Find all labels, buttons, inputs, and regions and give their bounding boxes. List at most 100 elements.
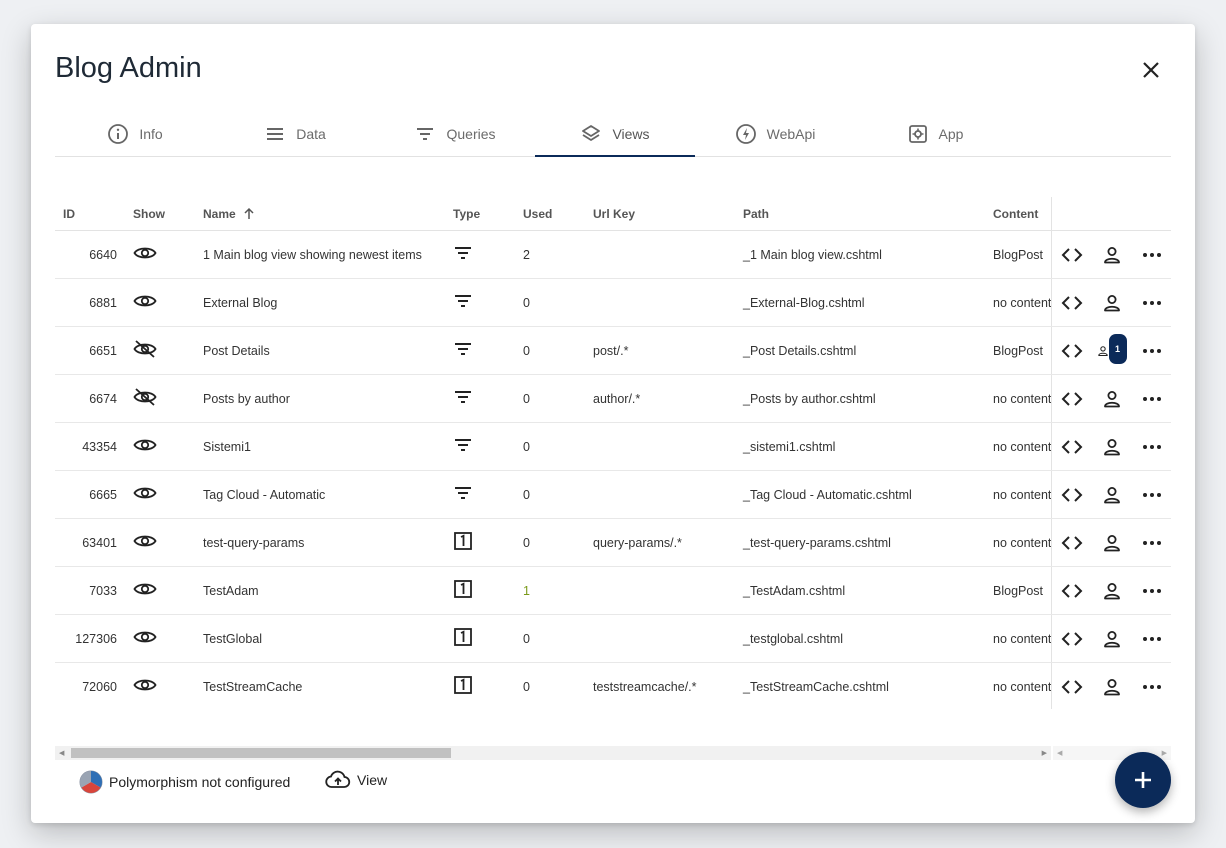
visible-eye-icon[interactable] <box>133 293 157 309</box>
edit-code-button[interactable] <box>1057 432 1087 462</box>
cell-show[interactable] <box>125 374 195 423</box>
table-row[interactable]: 6640 1 Main blog view showing newest item… <box>55 230 1171 279</box>
tab-webapi[interactable]: WebApi <box>695 112 855 156</box>
more-actions-button[interactable] <box>1137 528 1167 558</box>
tab-views[interactable]: Views <box>535 112 695 157</box>
tab-info[interactable]: Info <box>55 112 215 156</box>
visible-eye-icon[interactable] <box>133 485 157 501</box>
edit-code-button[interactable] <box>1057 672 1087 702</box>
cell-name[interactable]: 1 Main blog view showing newest items <box>195 230 445 279</box>
header-used[interactable]: Used <box>515 197 585 231</box>
header-name[interactable]: Name <box>195 197 445 231</box>
edit-code-button[interactable] <box>1057 528 1087 558</box>
hidden-eye-icon[interactable] <box>133 387 157 407</box>
actions-scroll-right-arrow-icon[interactable]: ▶ <box>1162 749 1167 757</box>
cell-name[interactable]: Tag Cloud - Automatic <box>195 470 445 519</box>
tab-data[interactable]: Data <box>215 112 375 156</box>
cell-show[interactable] <box>125 470 195 519</box>
cell-name[interactable]: Sistemi1 <box>195 422 445 471</box>
permissions-button[interactable] <box>1097 672 1127 702</box>
code-icon <box>1061 583 1082 598</box>
edit-code-button[interactable] <box>1057 336 1087 366</box>
permissions-button[interactable] <box>1097 576 1127 606</box>
permissions-button[interactable] <box>1097 384 1127 414</box>
table-row[interactable]: 7033 TestAdam 1 _TestAdam.cshtml BlogPost <box>55 566 1171 615</box>
view-upload-button[interactable]: View <box>325 770 387 790</box>
more-actions-button[interactable] <box>1137 480 1167 510</box>
cell-show[interactable] <box>125 566 195 615</box>
more-actions-button[interactable] <box>1137 576 1167 606</box>
header-id[interactable]: ID <box>55 197 125 231</box>
visible-eye-icon[interactable] <box>133 629 157 645</box>
more-actions-button[interactable] <box>1137 384 1167 414</box>
scroll-left-arrow-icon[interactable]: ◀ <box>59 749 64 757</box>
cell-name[interactable]: External Blog <box>195 278 445 327</box>
sort-ascending-icon <box>244 207 254 219</box>
table-row[interactable]: 72060 TestStreamCache 0 teststreamcache/.* _… <box>55 662 1171 709</box>
more-actions-button[interactable] <box>1137 672 1167 702</box>
table-row[interactable]: 63401 test-query-params 0 query-params/.* _t… <box>55 518 1171 567</box>
polymorphism-button[interactable]: Polymorphism not configured <box>79 770 290 794</box>
cell-name[interactable]: Post Details <box>195 326 445 375</box>
edit-code-button[interactable] <box>1057 384 1087 414</box>
cell-show[interactable] <box>125 518 195 567</box>
tab-queries[interactable]: Queries <box>375 112 535 156</box>
permissions-button[interactable] <box>1097 624 1127 654</box>
table-row[interactable]: 6665 Tag Cloud - Automatic 0 _Tag Cloud - A… <box>55 470 1171 519</box>
permissions-button[interactable] <box>1097 240 1127 270</box>
header-show[interactable]: Show <box>125 197 195 231</box>
close-icon <box>1143 62 1159 78</box>
table-row[interactable]: 6651 Post Details 0 post/.* _Post Details.cs… <box>55 326 1171 375</box>
cell-name[interactable]: TestAdam <box>195 566 445 615</box>
more-actions-button[interactable] <box>1137 240 1167 270</box>
edit-code-button[interactable] <box>1057 288 1087 318</box>
views-table-container[interactable]: ID Show Name Type Used Url Key Path Cont… <box>55 197 1171 709</box>
horizontal-scrollbar[interactable]: ◀ ▶ <box>55 746 1051 760</box>
scrollbar-thumb[interactable] <box>71 748 451 758</box>
table-row[interactable]: 43354 Sistemi1 0 _sistemi1.cshtml no content <box>55 422 1171 471</box>
visible-eye-icon[interactable] <box>133 677 157 693</box>
permissions-button[interactable] <box>1097 528 1127 558</box>
header-content[interactable]: Content <box>985 197 1051 231</box>
cell-show[interactable] <box>125 614 195 663</box>
cell-name[interactable]: test-query-params <box>195 518 445 567</box>
table-row[interactable]: 6881 External Blog 0 _External-Blog.cshtml n… <box>55 278 1171 327</box>
permissions-button[interactable] <box>1097 432 1127 462</box>
visible-eye-icon[interactable] <box>133 245 157 261</box>
edit-code-button[interactable] <box>1057 624 1087 654</box>
permissions-button[interactable] <box>1097 288 1127 318</box>
cell-path: _TestStreamCache.cshtml <box>735 662 985 709</box>
cell-name[interactable]: TestStreamCache <box>195 662 445 709</box>
edit-code-button[interactable] <box>1057 480 1087 510</box>
actions-scroll-left-arrow-icon[interactable]: ◀ <box>1057 749 1062 757</box>
header-urlkey[interactable]: Url Key <box>585 197 735 231</box>
visible-eye-icon[interactable] <box>133 437 157 453</box>
scroll-right-arrow-icon[interactable]: ▶ <box>1042 749 1047 757</box>
tab-app[interactable]: App <box>855 112 1015 156</box>
table-row[interactable]: 6674 Posts by author 0 author/.* _Posts by a… <box>55 374 1171 423</box>
visible-eye-icon[interactable] <box>133 533 157 549</box>
cell-actions <box>1050 422 1171 471</box>
cell-name[interactable]: Posts by author <box>195 374 445 423</box>
more-actions-button[interactable] <box>1137 336 1167 366</box>
hidden-eye-icon[interactable] <box>133 339 157 359</box>
permissions-button[interactable] <box>1097 480 1127 510</box>
cell-show[interactable] <box>125 422 195 471</box>
permissions-button[interactable]: 1 <box>1097 333 1127 366</box>
cell-show[interactable] <box>125 278 195 327</box>
cell-name[interactable]: TestGlobal <box>195 614 445 663</box>
header-type[interactable]: Type <box>445 197 515 231</box>
edit-code-button[interactable] <box>1057 576 1087 606</box>
more-actions-button[interactable] <box>1137 432 1167 462</box>
cell-show[interactable] <box>125 230 195 279</box>
close-button[interactable] <box>1137 56 1165 84</box>
cell-show[interactable] <box>125 662 195 709</box>
cell-show[interactable] <box>125 326 195 375</box>
edit-code-button[interactable] <box>1057 240 1087 270</box>
more-actions-button[interactable] <box>1137 624 1167 654</box>
visible-eye-icon[interactable] <box>133 581 157 597</box>
table-row[interactable]: 127306 TestGlobal 0 _testglobal.cshtml no co… <box>55 614 1171 663</box>
header-path[interactable]: Path <box>735 197 985 231</box>
more-actions-button[interactable] <box>1137 288 1167 318</box>
add-view-button[interactable] <box>1115 752 1171 808</box>
